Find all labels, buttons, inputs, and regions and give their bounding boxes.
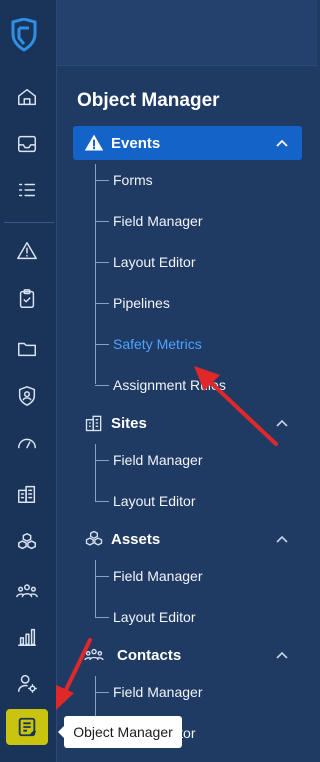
object-manager-panel: Object Manager Events Forms Field Manage…: [57, 66, 317, 762]
menu-item-field-manager[interactable]: Field Manager: [95, 566, 203, 586]
people-icon: [83, 644, 105, 666]
buildings-icon[interactable]: [14, 481, 40, 507]
group-label: Sites: [111, 414, 147, 432]
user-settings-icon[interactable]: [14, 670, 40, 696]
panel-title: Object Manager: [77, 90, 220, 111]
group-sites[interactable]: Sites: [73, 406, 302, 440]
menu-item-pipelines[interactable]: Pipelines: [95, 293, 170, 313]
chevron-up-icon[interactable]: [274, 415, 290, 431]
menu-item-field-manager[interactable]: Field Manager: [95, 682, 203, 702]
menu-item-field-manager[interactable]: Field Manager: [95, 211, 203, 231]
group-assets[interactable]: Assets: [73, 522, 302, 556]
list-icon[interactable]: [14, 177, 40, 203]
group-events[interactable]: Events: [73, 126, 302, 160]
menu-item-forms[interactable]: Forms: [95, 170, 153, 190]
group-contacts[interactable]: Contacts: [73, 638, 302, 672]
buildings-icon: [83, 412, 105, 434]
object-manager-icon[interactable]: [6, 709, 48, 745]
menu-item-layout-editor[interactable]: Layout Editor: [95, 491, 196, 511]
top-bar: [57, 0, 317, 66]
group-label: Assets: [111, 530, 161, 548]
chevron-up-icon[interactable]: [274, 647, 290, 663]
home-icon[interactable]: [14, 84, 40, 110]
warning-icon: [83, 132, 105, 154]
warning-icon[interactable]: [14, 238, 40, 264]
menu-item-layout-editor[interactable]: Layout Editor: [95, 252, 196, 272]
rail-divider: [4, 222, 54, 223]
icon-rail: [0, 0, 57, 762]
logo-shield-icon[interactable]: [10, 17, 38, 52]
menu-item-layout-editor[interactable]: Layout Editor: [95, 607, 196, 627]
clipboard-check-icon[interactable]: [14, 286, 40, 312]
cubes-icon[interactable]: [14, 529, 40, 555]
group-label: Contacts: [117, 646, 182, 664]
inbox-icon[interactable]: [14, 131, 40, 157]
chevron-up-icon[interactable]: [274, 135, 290, 151]
group-label: Events: [111, 134, 161, 152]
menu-item-field-manager[interactable]: Field Manager: [95, 450, 203, 470]
menu-item-safety-metrics[interactable]: Safety Metrics: [95, 334, 202, 354]
people-icon[interactable]: [14, 578, 40, 604]
cubes-icon: [83, 528, 105, 550]
gauge-icon[interactable]: [14, 430, 40, 456]
folder-icon[interactable]: [14, 336, 40, 362]
bar-chart-icon[interactable]: [14, 624, 40, 650]
menu-item-assignment-rules[interactable]: Assignment Rules: [95, 375, 226, 395]
tooltip: Object Manager: [58, 716, 182, 748]
shield-user-icon[interactable]: [14, 383, 40, 409]
chevron-up-icon[interactable]: [274, 531, 290, 547]
